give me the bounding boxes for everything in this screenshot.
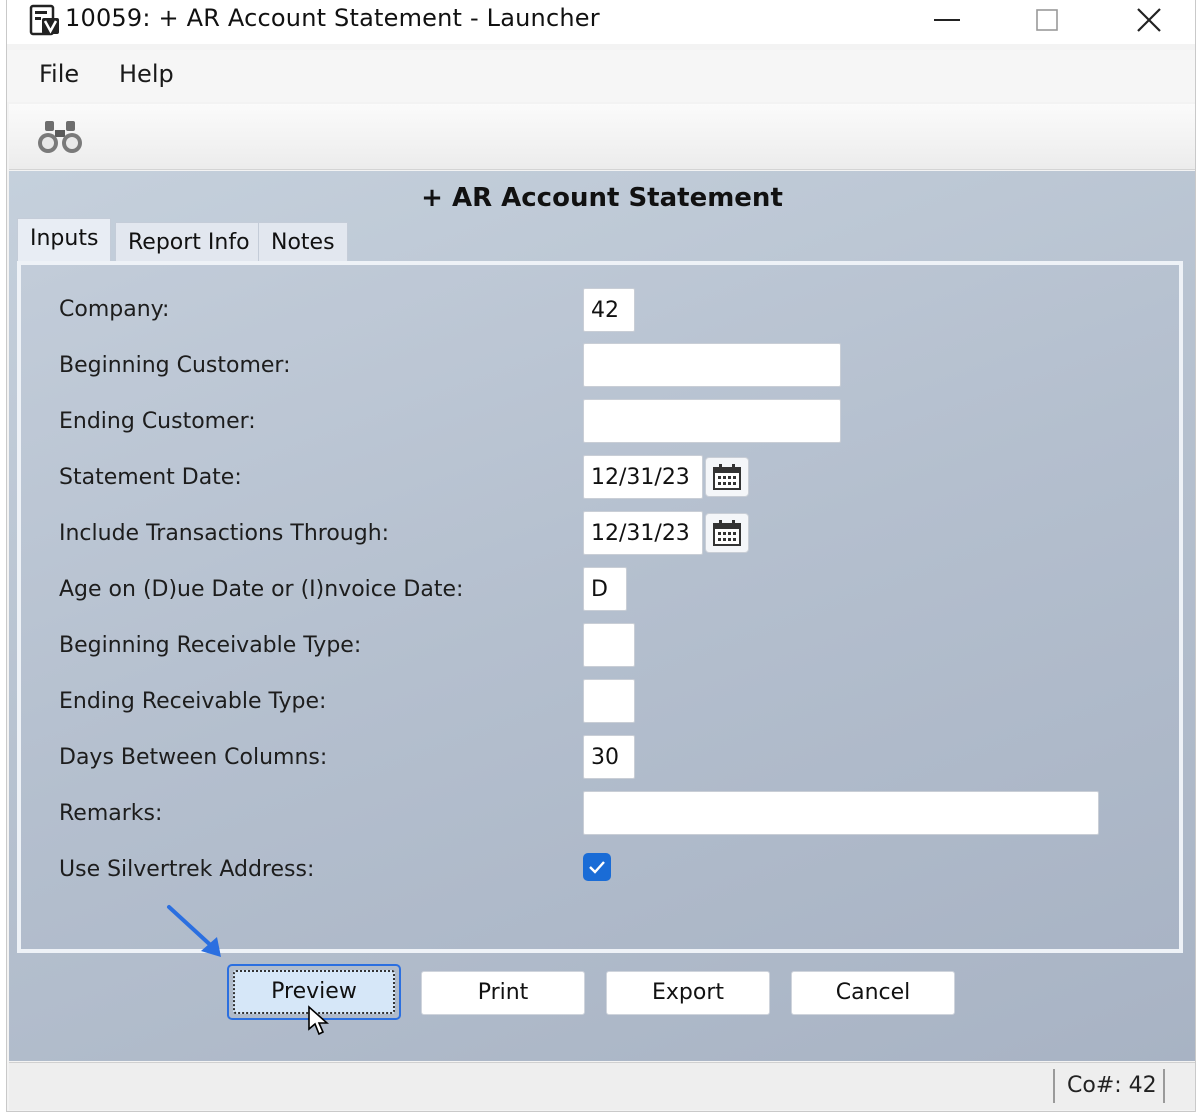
beginning-receivable-type-field[interactable] [583, 623, 635, 667]
include-through-calendar-button[interactable] [705, 513, 749, 553]
tab-inputs[interactable]: Inputs [17, 218, 112, 264]
days-between-columns-field[interactable] [583, 735, 635, 779]
toolbar [9, 104, 1195, 170]
remarks-label: Remarks: [59, 801, 163, 826]
binoculars-icon[interactable] [37, 118, 83, 156]
minimize-button[interactable] [917, 0, 977, 40]
age-on-label: Age on (D)ue Date or (I)nvoice Date: [59, 577, 464, 602]
include-through-label: Include Transactions Through: [59, 521, 390, 546]
status-divider [1163, 1069, 1165, 1103]
export-button[interactable]: Export [606, 971, 770, 1015]
calendar-icon [713, 520, 741, 546]
title-bar: 10059: + AR Account Statement - Launcher [7, 0, 1195, 44]
window-title: 10059: + AR Account Statement - Launcher [65, 4, 600, 32]
tab-notes[interactable]: Notes [258, 222, 348, 262]
statement-date-field[interactable] [583, 455, 703, 499]
launcher-window: 10059: + AR Account Statement - Launcher… [6, 0, 1196, 1112]
minimize-icon [934, 19, 960, 21]
include-through-field[interactable] [583, 511, 703, 555]
beginning-customer-field[interactable] [583, 343, 841, 387]
app-icon [29, 4, 59, 36]
ending-receivable-type-label: Ending Receivable Type: [59, 689, 327, 714]
print-button[interactable]: Print [421, 971, 585, 1015]
mouse-cursor-icon [308, 1005, 329, 1036]
beginning-receivable-type-label: Beginning Receivable Type: [59, 633, 362, 658]
ending-customer-field[interactable] [583, 399, 841, 443]
use-silvertrek-address-checkbox[interactable] [583, 853, 611, 881]
maximize-button[interactable] [1017, 0, 1077, 40]
company-status: Co#: 42 [1067, 1073, 1157, 1098]
statement-date-calendar-button[interactable] [705, 457, 749, 497]
menu-bar: File Help [7, 50, 1195, 102]
inputs-tab-panel: Company: Beginning Customer: Ending Cust… [17, 261, 1183, 953]
close-button[interactable] [1119, 0, 1179, 40]
days-between-columns-label: Days Between Columns: [59, 745, 328, 770]
statement-date-label: Statement Date: [59, 465, 242, 490]
annotation-arrow-icon [167, 905, 221, 957]
close-icon [1137, 8, 1161, 32]
cancel-button[interactable]: Cancel [791, 971, 955, 1015]
maximize-icon [1036, 9, 1058, 31]
use-silvertrek-address-label: Use Silvertrek Address: [59, 857, 315, 882]
age-on-field[interactable] [583, 567, 627, 611]
report-launcher-panel: + AR Account Statement Inputs Report Inf… [9, 171, 1195, 1061]
company-label: Company: [59, 297, 170, 322]
status-bar: Co#: 42 [9, 1062, 1195, 1110]
remarks-field[interactable] [583, 791, 1099, 835]
ending-receivable-type-field[interactable] [583, 679, 635, 723]
menu-help[interactable]: Help [119, 60, 174, 88]
calendar-icon [713, 464, 741, 490]
beginning-customer-label: Beginning Customer: [59, 353, 291, 378]
checkmark-icon [589, 861, 605, 874]
tab-report-info[interactable]: Report Info [115, 222, 263, 262]
menu-file[interactable]: File [39, 60, 79, 88]
report-title: + AR Account Statement [421, 183, 783, 213]
ending-customer-label: Ending Customer: [59, 409, 256, 434]
status-divider [1053, 1069, 1055, 1103]
company-field[interactable] [583, 288, 635, 332]
